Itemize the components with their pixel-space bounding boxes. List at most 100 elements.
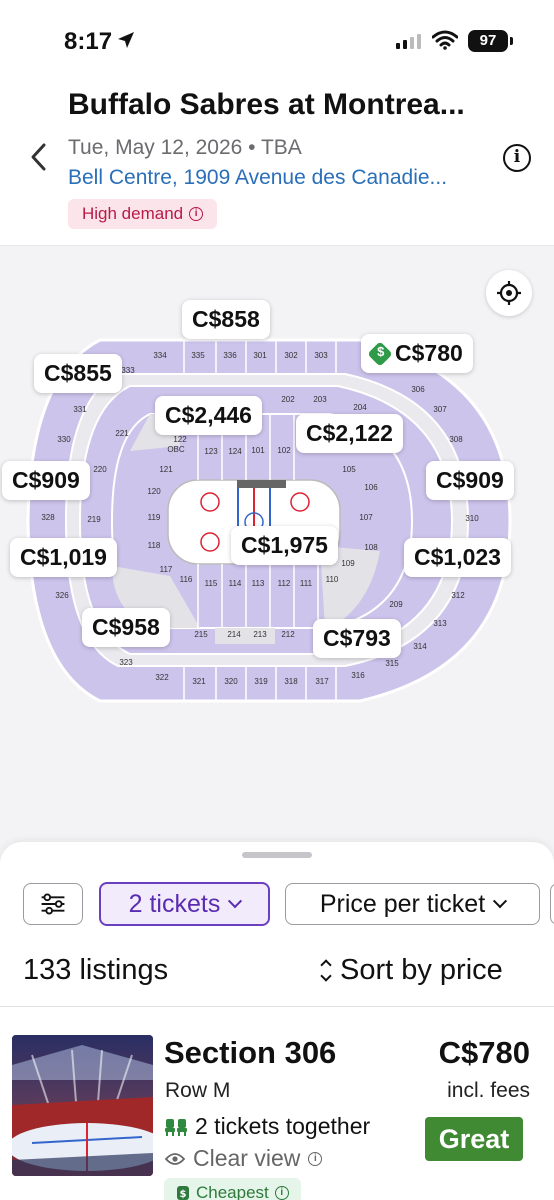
chevron-down-icon [228,894,243,909]
price-mode-dropdown[interactable]: Price per ticket [285,883,540,925]
status-time: 8:17 [64,28,113,55]
info-small-icon: i [274,1186,289,1200]
price-tag-label: C$909 [436,467,504,493]
info-icon[interactable]: i [503,144,531,172]
listings-count: 133 listings [23,954,169,986]
location-arrow-icon [118,32,134,48]
locate-me-icon[interactable] [486,270,532,316]
section-label: 116 [180,575,193,584]
listing-section: Section 306 [164,1035,337,1070]
sheet-grabber[interactable] [242,852,312,858]
ticket-quantity-dropdown[interactable]: 2 tickets [99,882,270,926]
price-tag-label: C$1,023 [414,544,501,570]
section-label: 321 [192,677,206,686]
price-tag-label: C$793 [323,625,391,651]
chevron-down-icon [493,894,508,909]
listing-card[interactable]: Section 306 Row M 2 tickets together Cle… [0,1007,554,1200]
section-label: 121 [159,465,173,474]
cheapest-badge[interactable]: $ Cheapest i [164,1178,301,1200]
section-label: 333 [121,366,135,375]
price-tag-306-deal[interactable]: C$780 [361,334,473,373]
svg-text:$: $ [180,1189,187,1200]
section-label: 215 [194,630,208,639]
price-tag-316[interactable]: C$793 [313,619,401,658]
section-label: 320 [224,677,238,686]
price-tag-label: C$780 [395,340,463,366]
eye-icon [165,1152,185,1165]
event-header: Buffalo Sabres at Montrea... Tue, May 12… [0,80,554,246]
section-label: 331 [73,405,87,414]
section-label: 306 [411,385,425,394]
price-tag-336[interactable]: C$858 [182,300,270,339]
section-label: 122 [173,435,187,444]
price-tag-123[interactable]: C$2,446 [155,396,262,435]
tickets-together-label: 2 tickets together [195,1113,371,1139]
section-label: 214 [227,630,241,639]
more-filters-button[interactable] [550,883,554,925]
price-tag-310[interactable]: C$909 [426,461,514,500]
section-label: 113 [252,579,265,588]
section-label: 102 [277,446,291,455]
price-tag-label: C$858 [192,306,260,332]
section-label: 101 [251,446,265,455]
filter-sliders-icon[interactable] [23,883,83,925]
sort-label: Sort by price [340,954,503,986]
section-label: 322 [155,673,169,682]
sort-button[interactable]: Sort by price [320,954,503,987]
info-small-icon: i [189,207,204,221]
section-label: 110 [326,575,339,584]
section-label: 112 [278,579,291,588]
price-tag-328[interactable]: C$909 [2,461,90,500]
price-tag-label: C$1,019 [20,544,107,570]
high-demand-badge[interactable]: High demand i [68,199,218,229]
info-small-icon[interactable]: i [308,1151,323,1166]
section-label: 105 [342,465,356,474]
section-label: 334 [153,351,167,360]
view-quality: Clear view i [165,1145,323,1172]
price-tag-label: C$1,975 [241,532,328,558]
status-bar: 8:17 97 [0,0,554,80]
section-label: 314 [413,642,427,651]
section-label: 114 [229,579,242,588]
cell-signal-icon [396,34,421,49]
deal-rating-badge: Great [425,1117,523,1161]
price-tag-113[interactable]: C$1,975 [231,526,338,565]
section-label: 330 [57,435,71,444]
price-tag-label: C$855 [44,360,112,386]
section-label: 310 [465,514,479,523]
price-mode-label: Price per ticket [319,889,486,918]
section-label: 212 [281,630,295,639]
wifi-icon [432,30,458,50]
price-tag-333[interactable]: C$855 [34,354,122,393]
battery-indicator: 97 [468,30,513,52]
price-tag-323[interactable]: C$958 [82,608,170,647]
section-label: 120 [147,487,161,496]
section-label: 315 [385,659,399,668]
price-tag-label: C$2,122 [306,420,393,446]
section-label: 204 [353,403,367,412]
section-label: 312 [451,591,465,600]
price-tag-312[interactable]: C$1,023 [404,538,511,577]
sort-arrows-icon [320,959,332,982]
section-label: 318 [284,677,298,686]
section-label: 336 [223,351,237,360]
back-chevron-icon[interactable] [26,140,52,174]
section-label: 335 [191,351,205,360]
section-label: 316 [351,671,365,680]
dollar-tag-icon: $ [177,1186,189,1200]
section-label: 108 [364,543,378,552]
price-tag-label: C$958 [92,614,160,640]
section-label: 302 [284,351,298,360]
section-label: 123 [204,447,218,456]
section-label: 308 [449,435,463,444]
price-tag-105[interactable]: C$2,122 [296,414,403,453]
section-label: 107 [359,513,373,522]
seat-map[interactable]: 334 335 336 301 302 303 333 306 307 308 331 330 221 2… [0,246,554,846]
section-label: OBC [167,445,185,454]
high-demand-label: High demand [82,204,184,223]
section-label: 326 [55,591,69,600]
venue-link[interactable]: Bell Centre, 1909 Avenue des Canadie... [68,166,447,190]
price-tag-326[interactable]: C$1,019 [10,538,117,577]
section-label: 328 [41,513,55,522]
section-label: 301 [253,351,267,360]
